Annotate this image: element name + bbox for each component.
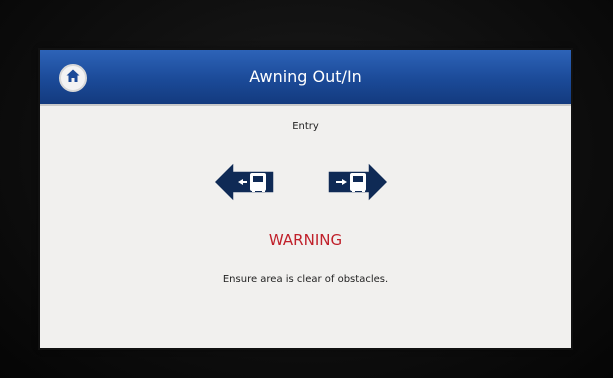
arrow-right-icon xyxy=(327,160,390,204)
warning-message: Ensure area is clear of obstacles. xyxy=(222,274,389,285)
touch-screen: Awning Out/In Entry WARNING Ensure area … xyxy=(40,50,571,348)
home-button[interactable] xyxy=(59,64,87,92)
page-title: Awning Out/In xyxy=(249,67,362,86)
awning-out-button[interactable] xyxy=(326,160,390,204)
home-icon xyxy=(65,68,81,88)
mode-label: Entry xyxy=(292,121,319,132)
warning-label: WARNING xyxy=(268,231,343,249)
arrow-left-icon xyxy=(212,160,275,204)
awning-in-button[interactable] xyxy=(212,160,276,204)
title-bar: Awning Out/In xyxy=(40,50,571,106)
